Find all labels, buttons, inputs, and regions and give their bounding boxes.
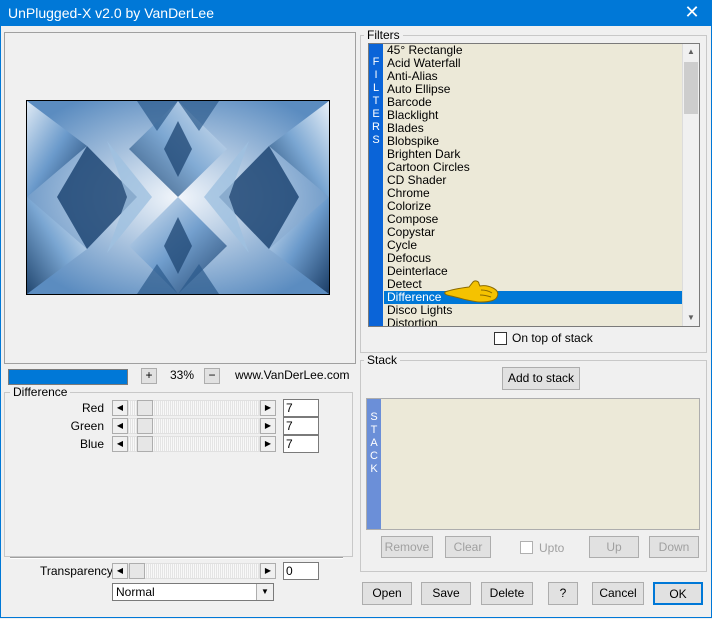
ok-button[interactable]: OK — [653, 582, 703, 605]
filters-scrollbar[interactable]: ▲ ▼ — [682, 44, 699, 326]
filters-items: 45° Rectangle Acid Waterfall Anti-Alias Aut… — [384, 44, 682, 327]
up-button[interactable]: Up — [589, 536, 639, 558]
slider-blue-left-arrow-icon[interactable]: ◀ — [112, 436, 128, 452]
slider-blue-label: Blue — [79, 437, 104, 451]
progress-bar — [8, 369, 128, 385]
filter-list-item[interactable]: Deinterlace — [384, 265, 682, 278]
scroll-down-icon[interactable]: ▼ — [683, 310, 699, 326]
transparency-label: Transparency — [40, 564, 113, 578]
slider-blue-thumb[interactable] — [137, 436, 153, 452]
filters-banner-letter: L — [372, 82, 380, 94]
blend-mode-value: Normal — [116, 585, 155, 599]
help-button[interactable]: ? — [548, 582, 578, 605]
stack-banner-letter: A — [370, 437, 378, 449]
remove-button[interactable]: Remove — [381, 536, 433, 558]
blend-mode-select[interactable]: Normal ▼ — [112, 583, 274, 601]
upto-checkbox[interactable] — [520, 541, 533, 554]
slider-blue-right-arrow-icon[interactable]: ▶ — [260, 436, 276, 452]
slider-green-label: Green — [70, 419, 104, 433]
stack-group-label: Stack — [364, 353, 401, 367]
save-button[interactable]: Save — [421, 582, 471, 605]
zoom-out-button[interactable]: − — [204, 368, 220, 384]
website-link[interactable]: www.VanDerLee.com — [235, 368, 350, 382]
filters-list[interactable]: FILTERS 45° Rectangle Acid Waterfall Anti-… — [368, 43, 700, 327]
slider-green-value[interactable]: 7 — [283, 417, 319, 435]
filters-banner-letter: R — [372, 121, 380, 133]
stack-banner-letter: T — [370, 424, 378, 436]
close-icon[interactable]: ✕ — [672, 0, 712, 26]
on-top-label: On top of stack — [512, 331, 593, 345]
preview-pattern — [27, 101, 329, 294]
slider-green-right-arrow-icon[interactable]: ▶ — [260, 418, 276, 434]
separator — [10, 557, 343, 559]
stack-banner-letter: C — [370, 450, 378, 462]
filters-banner-letter: F — [372, 56, 380, 68]
transparency-left-arrow-icon[interactable]: ◀ — [112, 563, 128, 579]
clear-button[interactable]: Clear — [445, 536, 491, 558]
pointing-hand-icon — [443, 278, 503, 307]
stack-banner-letter: S — [370, 411, 378, 423]
slider-red-value[interactable]: 7 — [283, 399, 319, 417]
filter-list-item[interactable]: Distortion — [384, 317, 682, 327]
slider-red-right-arrow-icon[interactable]: ▶ — [260, 400, 276, 416]
window-title: UnPlugged-X v2.0 by VanDerLee — [8, 5, 214, 21]
preview-panel — [4, 32, 356, 364]
chevron-down-icon[interactable]: ▼ — [256, 584, 273, 600]
zoom-in-button[interactable]: + — [141, 368, 157, 384]
slider-green-left-arrow-icon[interactable]: ◀ — [112, 418, 128, 434]
stack-list[interactable]: STACK — [366, 398, 700, 530]
slider-red-thumb[interactable] — [137, 400, 153, 416]
zoom-level: 33% — [170, 368, 195, 382]
progress-fill — [9, 370, 127, 384]
transparency-thumb[interactable] — [129, 563, 145, 579]
open-button[interactable]: Open — [362, 582, 412, 605]
filters-group-label: Filters — [364, 28, 403, 42]
on-top-checkbox[interactable] — [494, 332, 507, 345]
title-bar: UnPlugged-X v2.0 by VanDerLee ✕ — [0, 0, 712, 26]
upto-label: Upto — [539, 541, 565, 555]
scroll-up-icon[interactable]: ▲ — [683, 44, 699, 60]
difference-group-label: Difference — [10, 385, 71, 399]
filters-banner: FILTERS — [369, 44, 383, 326]
cancel-button[interactable]: Cancel — [592, 582, 644, 605]
transparency-value[interactable]: 0 — [283, 562, 319, 580]
slider-red-left-arrow-icon[interactable]: ◀ — [112, 400, 128, 416]
slider-red-label: Red — [81, 401, 104, 415]
filters-banner-letter: S — [372, 134, 380, 146]
filters-banner-letter: E — [372, 108, 380, 120]
slider-blue-value[interactable]: 7 — [283, 435, 319, 453]
filters-banner-letter: T — [372, 95, 380, 107]
add-to-stack-button[interactable]: Add to stack — [502, 367, 580, 390]
preview-image[interactable] — [26, 100, 330, 295]
stack-banner-letter: K — [370, 463, 378, 475]
filters-banner-letter: I — [374, 69, 378, 81]
slider-green-thumb[interactable] — [137, 418, 153, 434]
filter-list-item[interactable]: Copystar — [384, 226, 682, 239]
filter-list-item[interactable]: Blacklight — [384, 109, 682, 122]
scroll-thumb[interactable] — [684, 62, 698, 114]
transparency-right-arrow-icon[interactable]: ▶ — [260, 563, 276, 579]
delete-button[interactable]: Delete — [481, 582, 533, 605]
stack-banner: STACK — [367, 399, 381, 529]
transparency-track[interactable] — [128, 563, 260, 579]
down-button[interactable]: Down — [649, 536, 699, 558]
